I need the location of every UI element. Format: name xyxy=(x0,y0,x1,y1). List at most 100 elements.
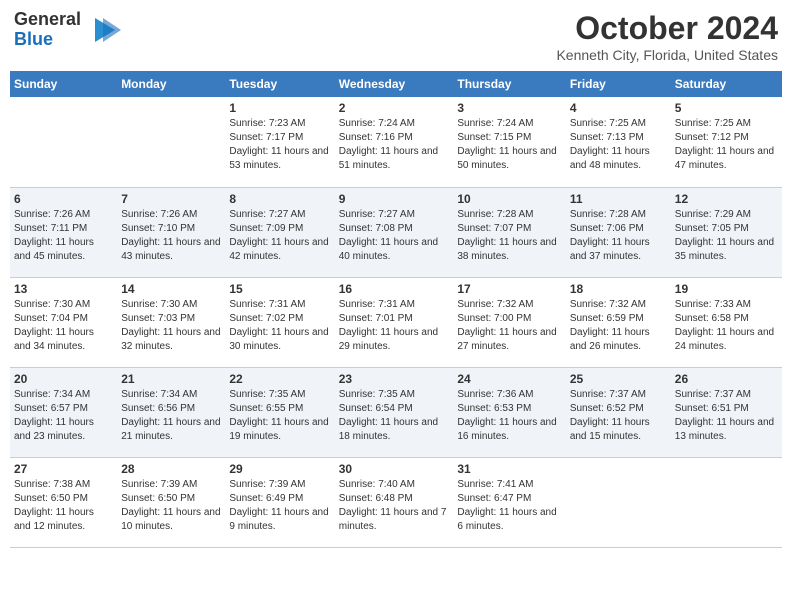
calendar-cell: 13 Sunrise: 7:30 AM Sunset: 7:04 PM Dayli… xyxy=(10,277,117,367)
day-info: Sunrise: 7:32 AM Sunset: 6:59 PM Dayligh… xyxy=(570,298,667,354)
day-number: 9 xyxy=(339,192,450,206)
day-number: 26 xyxy=(675,372,778,386)
day-number: 30 xyxy=(339,462,450,476)
day-number: 20 xyxy=(14,372,113,386)
main-title: October 2024 xyxy=(556,10,778,47)
day-info: Sunrise: 7:24 AM Sunset: 7:15 PM Dayligh… xyxy=(457,117,561,173)
day-info: Sunrise: 7:28 AM Sunset: 7:06 PM Dayligh… xyxy=(570,208,667,264)
day-info: Sunrise: 7:39 AM Sunset: 6:50 PM Dayligh… xyxy=(121,478,221,534)
calendar-cell: 23Sunrise: 7:35 AM Sunset: 6:54 PM Dayli… xyxy=(335,367,454,457)
day-info: Sunrise: 7:32 AM Sunset: 7:00 PM Dayligh… xyxy=(457,298,561,354)
calendar-cell: 12Sunrise: 7:29 AM Sunset: 7:05 PM Dayli… xyxy=(671,187,782,277)
title-block: October 2024 Kenneth City, Florida, Unit… xyxy=(556,10,778,63)
calendar-cell: 31 Sunrise: 7:41 AM Sunset: 6:47 PM Dayli… xyxy=(453,457,565,547)
logo-line2: Blue xyxy=(14,30,81,50)
calendar-cell: 22 Sunrise: 7:35 AM Sunset: 6:55 PM Dayli… xyxy=(225,367,334,457)
day-info: Sunrise: 7:39 AM Sunset: 6:49 PM Dayligh… xyxy=(229,478,330,534)
calendar-body: 1 Sunrise: 7:23 AM Sunset: 7:17 PM Daylig… xyxy=(10,97,782,547)
logo-line1: General xyxy=(14,10,81,30)
calendar-cell xyxy=(566,457,671,547)
calendar-cell: 10Sunrise: 7:28 AM Sunset: 7:07 PM Dayli… xyxy=(453,187,565,277)
calendar-cell: 29 Sunrise: 7:39 AM Sunset: 6:49 PM Dayli… xyxy=(225,457,334,547)
day-number: 6 xyxy=(14,192,113,206)
day-info: Sunrise: 7:41 AM Sunset: 6:47 PM Dayligh… xyxy=(457,478,561,534)
week-row-0: 1 Sunrise: 7:23 AM Sunset: 7:17 PM Daylig… xyxy=(10,97,782,187)
header-day-sunday: Sunday xyxy=(10,71,117,97)
calendar-cell: 25 Sunrise: 7:37 AM Sunset: 6:52 PM Dayli… xyxy=(566,367,671,457)
calendar-cell xyxy=(117,97,225,187)
day-info: Sunrise: 7:23 AM Sunset: 7:17 PM Dayligh… xyxy=(229,117,330,173)
calendar-cell: 7Sunrise: 7:26 AM Sunset: 7:10 PM Daylig… xyxy=(117,187,225,277)
day-number: 2 xyxy=(339,101,450,115)
calendar-cell: 1 Sunrise: 7:23 AM Sunset: 7:17 PM Daylig… xyxy=(225,97,334,187)
day-number: 13 xyxy=(14,282,113,296)
calendar-header: SundayMondayTuesdayWednesdayThursdayFrid… xyxy=(10,71,782,97)
calendar-cell: 4 Sunrise: 7:25 AM Sunset: 7:13 PM Daylig… xyxy=(566,97,671,187)
day-info: Sunrise: 7:25 AM Sunset: 7:13 PM Dayligh… xyxy=(570,117,667,173)
day-number: 10 xyxy=(457,192,561,206)
calendar-cell: 6 Sunrise: 7:26 AM Sunset: 7:11 PM Daylig… xyxy=(10,187,117,277)
day-info: Sunrise: 7:37 AM Sunset: 6:52 PM Dayligh… xyxy=(570,388,667,444)
page-header: General Blue October 2024 Kenneth City, … xyxy=(10,10,782,63)
day-number: 18 xyxy=(570,282,667,296)
day-number: 19 xyxy=(675,282,778,296)
calendar-cell: 21 Sunrise: 7:34 AM Sunset: 6:56 PM Dayli… xyxy=(117,367,225,457)
calendar-cell: 14Sunrise: 7:30 AM Sunset: 7:03 PM Dayli… xyxy=(117,277,225,367)
calendar-cell: 27 Sunrise: 7:38 AM Sunset: 6:50 PM Dayli… xyxy=(10,457,117,547)
day-number: 25 xyxy=(570,372,667,386)
logo: General Blue xyxy=(14,10,121,50)
calendar-cell: 3Sunrise: 7:24 AM Sunset: 7:15 PM Daylig… xyxy=(453,97,565,187)
calendar-table: SundayMondayTuesdayWednesdayThursdayFrid… xyxy=(10,71,782,548)
header-day-monday: Monday xyxy=(117,71,225,97)
day-info: Sunrise: 7:31 AM Sunset: 7:02 PM Dayligh… xyxy=(229,298,330,354)
day-number: 11 xyxy=(570,192,667,206)
day-number: 7 xyxy=(121,192,221,206)
calendar-cell: 2Sunrise: 7:24 AM Sunset: 7:16 PM Daylig… xyxy=(335,97,454,187)
week-row-4: 27 Sunrise: 7:38 AM Sunset: 6:50 PM Dayli… xyxy=(10,457,782,547)
day-info: Sunrise: 7:27 AM Sunset: 7:08 PM Dayligh… xyxy=(339,208,450,264)
day-info: Sunrise: 7:34 AM Sunset: 6:56 PM Dayligh… xyxy=(121,388,221,444)
calendar-cell: 28 Sunrise: 7:39 AM Sunset: 6:50 PM Dayli… xyxy=(117,457,225,547)
day-info: Sunrise: 7:38 AM Sunset: 6:50 PM Dayligh… xyxy=(14,478,113,534)
calendar-cell: 24 Sunrise: 7:36 AM Sunset: 6:53 PM Dayli… xyxy=(453,367,565,457)
calendar-cell: 18 Sunrise: 7:32 AM Sunset: 6:59 PM Dayli… xyxy=(566,277,671,367)
day-number: 15 xyxy=(229,282,330,296)
week-row-1: 6 Sunrise: 7:26 AM Sunset: 7:11 PM Daylig… xyxy=(10,187,782,277)
day-number: 23 xyxy=(339,372,450,386)
day-info: Sunrise: 7:34 AM Sunset: 6:57 PM Dayligh… xyxy=(14,388,113,444)
day-number: 28 xyxy=(121,462,221,476)
day-info: Sunrise: 7:36 AM Sunset: 6:53 PM Dayligh… xyxy=(457,388,561,444)
calendar-cell: 5Sunrise: 7:25 AM Sunset: 7:12 PM Daylig… xyxy=(671,97,782,187)
day-number: 31 xyxy=(457,462,561,476)
day-info: Sunrise: 7:27 AM Sunset: 7:09 PM Dayligh… xyxy=(229,208,330,264)
day-number: 24 xyxy=(457,372,561,386)
subtitle: Kenneth City, Florida, United States xyxy=(556,47,778,63)
calendar-cell: 19Sunrise: 7:33 AM Sunset: 6:58 PM Dayli… xyxy=(671,277,782,367)
day-info: Sunrise: 7:31 AM Sunset: 7:01 PM Dayligh… xyxy=(339,298,450,354)
day-number: 8 xyxy=(229,192,330,206)
calendar-cell xyxy=(671,457,782,547)
header-day-friday: Friday xyxy=(566,71,671,97)
calendar-cell: 20 Sunrise: 7:34 AM Sunset: 6:57 PM Dayli… xyxy=(10,367,117,457)
header-row: SundayMondayTuesdayWednesdayThursdayFrid… xyxy=(10,71,782,97)
day-info: Sunrise: 7:37 AM Sunset: 6:51 PM Dayligh… xyxy=(675,388,778,444)
day-number: 4 xyxy=(570,101,667,115)
calendar-cell: 8 Sunrise: 7:27 AM Sunset: 7:09 PM Daylig… xyxy=(225,187,334,277)
day-number: 29 xyxy=(229,462,330,476)
day-number: 22 xyxy=(229,372,330,386)
day-number: 12 xyxy=(675,192,778,206)
header-day-saturday: Saturday xyxy=(671,71,782,97)
day-info: Sunrise: 7:26 AM Sunset: 7:11 PM Dayligh… xyxy=(14,208,113,264)
day-info: Sunrise: 7:30 AM Sunset: 7:04 PM Dayligh… xyxy=(14,298,113,354)
day-number: 27 xyxy=(14,462,113,476)
calendar-cell: 11 Sunrise: 7:28 AM Sunset: 7:06 PM Dayli… xyxy=(566,187,671,277)
calendar-cell: 15 Sunrise: 7:31 AM Sunset: 7:02 PM Dayli… xyxy=(225,277,334,367)
week-row-2: 13 Sunrise: 7:30 AM Sunset: 7:04 PM Dayli… xyxy=(10,277,782,367)
calendar-cell: 30Sunrise: 7:40 AM Sunset: 6:48 PM Dayli… xyxy=(335,457,454,547)
day-info: Sunrise: 7:35 AM Sunset: 6:55 PM Dayligh… xyxy=(229,388,330,444)
calendar-cell: 9 Sunrise: 7:27 AM Sunset: 7:08 PM Daylig… xyxy=(335,187,454,277)
day-info: Sunrise: 7:30 AM Sunset: 7:03 PM Dayligh… xyxy=(121,298,221,354)
header-day-tuesday: Tuesday xyxy=(225,71,334,97)
day-number: 1 xyxy=(229,101,330,115)
day-number: 21 xyxy=(121,372,221,386)
